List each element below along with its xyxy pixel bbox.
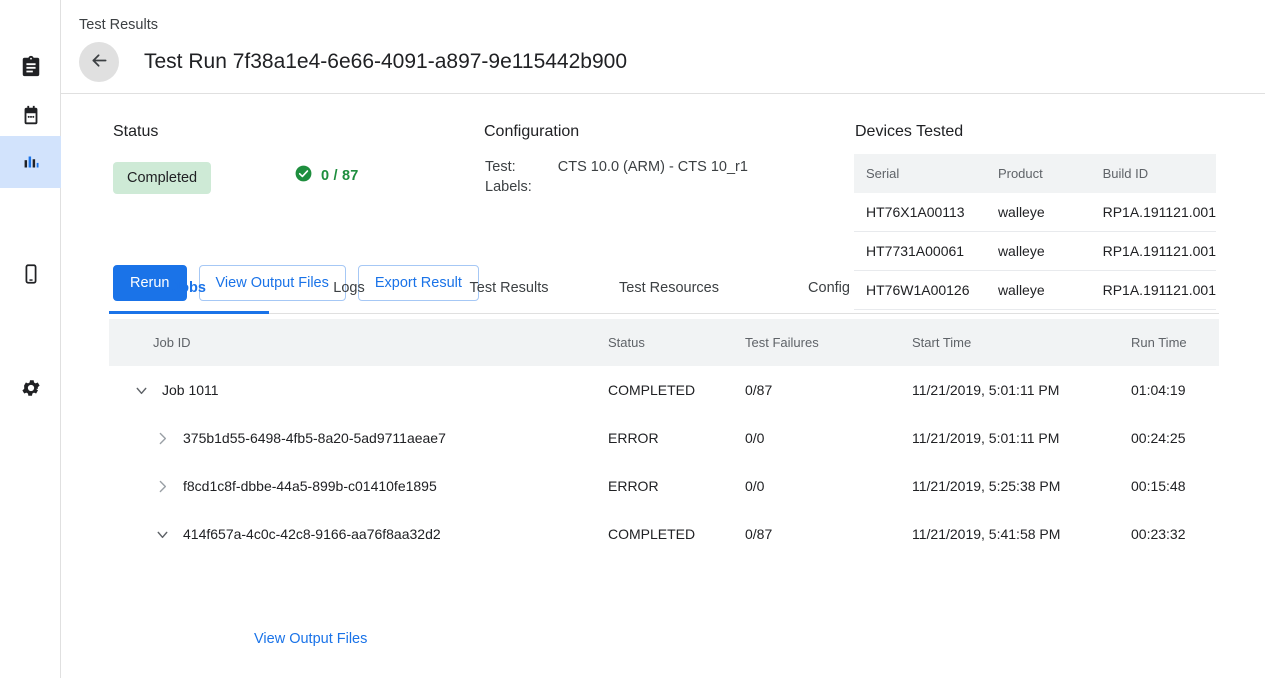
main-content: Test Results Test Run 7f38a1e4-6e66-4091…	[61, 0, 1265, 678]
clipboard-icon	[20, 55, 42, 77]
sidebar-item-settings[interactable]	[0, 362, 61, 414]
jobs-column-job-id: Job ID	[109, 319, 608, 366]
gear-icon	[20, 377, 42, 399]
job-start-time: 11/21/2019, 5:25:38 PM	[912, 462, 1131, 510]
pass-count-value: 0 / 87	[321, 168, 358, 184]
config-key: Labels:	[485, 177, 558, 197]
job-id-label: Job 1011	[162, 382, 219, 398]
job-test-failures: 0/87	[745, 510, 912, 558]
jobs-column-start-time: Start Time	[912, 319, 1131, 366]
config-row: Labels:	[485, 177, 748, 197]
device-product: walleye	[986, 193, 1091, 232]
job-start-time: 11/21/2019, 5:01:11 PM	[912, 414, 1131, 462]
sidebar-item-test-results[interactable]	[0, 136, 61, 188]
sidebar-item-test-suites[interactable]	[0, 40, 61, 92]
page-title: Test Run 7f38a1e4-6e66-4091-a897-9e11544…	[144, 50, 627, 74]
device-serial: HT7731A00061	[854, 232, 986, 271]
table-row[interactable]: 375b1d55-6498-4fb5-8a20-5ad9711aeae7 ERR…	[109, 414, 1219, 462]
test-run-details-page: Test Results Test Run 7f38a1e4-6e66-4091…	[0, 0, 1265, 678]
job-run-time: 00:15:48	[1131, 462, 1219, 510]
devices-column-product: Product	[986, 154, 1091, 193]
table-row[interactable]: Job 1011 COMPLETED 0/87 11/21/2019, 5:01…	[109, 366, 1219, 414]
status-badge: Completed	[113, 162, 211, 194]
config-row: Test: CTS 10.0 (ARM) - CTS 10_r1	[485, 157, 748, 177]
job-status: COMPLETED	[608, 366, 745, 414]
arrow-left-icon	[89, 50, 110, 74]
jobs-column-run-time: Run Time	[1131, 319, 1219, 366]
jobs-table-header-row: Job ID Status Test Failures Start Time R…	[109, 319, 1219, 366]
devices-table-header-row: Serial Product Build ID	[854, 154, 1216, 193]
job-id-cell: 414f657a-4c0c-42c8-9166-aa76f8aa32d2	[109, 522, 608, 546]
tab-jobs[interactable]: Jobs	[109, 266, 269, 314]
jobs-table: Job ID Status Test Failures Start Time R…	[109, 319, 1219, 558]
job-status: COMPLETED	[608, 510, 745, 558]
chevron-down-icon[interactable]	[150, 522, 174, 546]
title-row: Test Run 7f38a1e4-6e66-4091-a897-9e11544…	[79, 36, 627, 88]
job-test-failures: 0/87	[745, 366, 912, 414]
tab-bar: Jobs Logs Test Results Test Resources Co…	[109, 266, 1219, 314]
devices-column-build: Build ID	[1091, 154, 1216, 193]
job-id-label: 375b1d55-6498-4fb5-8a20-5ad9711aeae7	[183, 430, 446, 446]
calendar-icon	[20, 105, 42, 127]
chevron-right-icon[interactable]	[150, 426, 174, 450]
job-id-label: 414f657a-4c0c-42c8-9166-aa76f8aa32d2	[183, 526, 441, 542]
status-heading: Status	[113, 123, 158, 141]
table-row: HT7731A00061 walleye RP1A.191121.001	[854, 232, 1216, 271]
configuration-details: Test: CTS 10.0 (ARM) - CTS 10_r1 Labels:	[485, 157, 748, 197]
view-output-files-link[interactable]: View Output Files	[254, 631, 367, 647]
job-status: ERROR	[608, 462, 745, 510]
tab-test-results[interactable]: Test Results	[429, 266, 589, 314]
pass-count: 0 / 87	[294, 164, 358, 187]
devices-tested-heading: Devices Tested	[855, 123, 963, 141]
job-status: ERROR	[608, 414, 745, 462]
device-build: RP1A.191121.001	[1091, 193, 1216, 232]
config-key: Test:	[485, 157, 558, 177]
tab-logs[interactable]: Logs	[269, 266, 429, 314]
job-test-failures: 0/0	[745, 462, 912, 510]
device-build: RP1A.191121.001	[1091, 232, 1216, 271]
table-row: HT76X1A00113 walleye RP1A.191121.001	[854, 193, 1216, 232]
device-product: walleye	[986, 232, 1091, 271]
chevron-down-icon[interactable]	[129, 378, 153, 402]
sidebar-item-schedules[interactable]	[0, 90, 61, 142]
jobs-column-test-failures: Test Failures	[745, 319, 912, 366]
jobs-column-status: Status	[608, 319, 745, 366]
breadcrumb[interactable]: Test Results	[79, 17, 158, 33]
job-id-label: f8cd1c8f-dbbe-44a5-899b-c01410fe1895	[183, 478, 437, 494]
job-start-time: 11/21/2019, 5:41:58 PM	[912, 510, 1131, 558]
job-run-time: 00:24:25	[1131, 414, 1219, 462]
job-start-time: 11/21/2019, 5:01:11 PM	[912, 366, 1131, 414]
device-icon	[20, 263, 42, 285]
devices-column-serial: Serial	[854, 154, 986, 193]
config-value: CTS 10.0 (ARM) - CTS 10_r1	[558, 157, 748, 177]
job-test-failures: 0/0	[745, 414, 912, 462]
job-run-time: 01:04:19	[1131, 366, 1219, 414]
sidebar-item-devices[interactable]	[0, 248, 61, 300]
job-id-cell: f8cd1c8f-dbbe-44a5-899b-c01410fe1895	[109, 474, 608, 498]
page-header: Test Results Test Run 7f38a1e4-6e66-4091…	[61, 0, 1265, 94]
back-button[interactable]	[79, 42, 119, 82]
device-serial: HT76X1A00113	[854, 193, 986, 232]
check-circle-icon	[294, 164, 313, 187]
tab-config[interactable]: Config	[749, 266, 909, 314]
config-value	[558, 177, 748, 197]
tab-test-resources[interactable]: Test Resources	[589, 266, 749, 314]
table-row[interactable]: f8cd1c8f-dbbe-44a5-899b-c01410fe1895 ERR…	[109, 462, 1219, 510]
job-id-cell: Job 1011	[109, 378, 608, 402]
sidebar	[0, 0, 61, 678]
bar-chart-icon	[20, 151, 42, 173]
job-id-cell: 375b1d55-6498-4fb5-8a20-5ad9711aeae7	[109, 426, 608, 450]
configuration-heading: Configuration	[484, 123, 579, 141]
chevron-right-icon[interactable]	[150, 474, 174, 498]
job-run-time: 00:23:32	[1131, 510, 1219, 558]
table-row[interactable]: 414f657a-4c0c-42c8-9166-aa76f8aa32d2 COM…	[109, 510, 1219, 558]
